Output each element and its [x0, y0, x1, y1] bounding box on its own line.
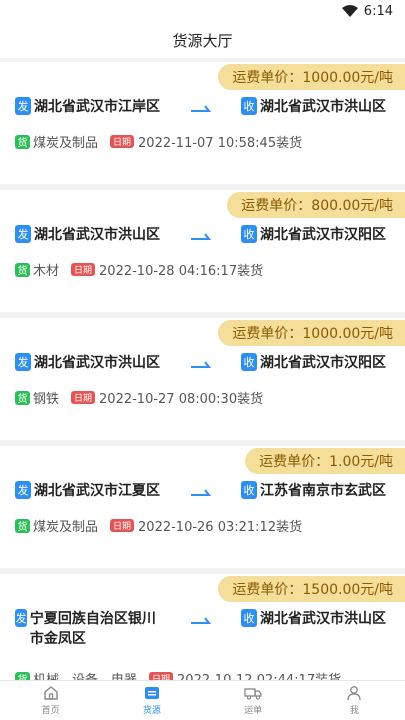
arrow-right-icon [191, 361, 212, 368]
cargo-meta: 货 钢铁 日期 2022-10-27 08:00:30装货 [15, 388, 263, 407]
arrow-right-icon [191, 617, 212, 624]
goods-name: 煤炭及制品 [33, 136, 99, 151]
cargo-meta: 货 煤炭及制品 日期 2022-10-26 03:21:12装货 [15, 516, 302, 535]
origin: 发 宁夏回族自治区银川市金凤区 [15, 609, 165, 649]
origin-badge: 发 [15, 481, 31, 499]
arrow-right-icon [191, 233, 212, 240]
dest-city: 湖北省武汉市洪山区 [260, 99, 386, 115]
cargo-card[interactable]: 运费单价： 1000.00元/吨 发 湖北省武汉市江岸区 收 湖北省武汉市洪山区 … [0, 62, 405, 184]
price-prefix: 运费单价： [259, 454, 330, 470]
tab-home[interactable]: 首页 [0, 681, 101, 720]
origin-badge: 发 [15, 353, 31, 371]
home-icon [43, 686, 58, 700]
user-icon [347, 686, 362, 701]
dest-badge: 收 [241, 97, 257, 115]
route: 发 湖北省武汉市洪山区 收 湖北省武汉市汉阳区 [15, 223, 395, 245]
origin-badge: 发 [15, 609, 27, 627]
destination: 收 湖北省武汉市汉阳区 [241, 353, 386, 373]
dest-city: 湖北省武汉市洪山区 [260, 611, 386, 627]
cargo-card[interactable]: 运费单价： 800.00元/吨 发 湖北省武汉市洪山区 收 湖北省武汉市汉阳区 货… [0, 190, 405, 312]
cargo-card[interactable]: 运费单价： 1500.00元/吨 发 宁夏回族自治区银川市金凤区 收 湖北省武汉市… [0, 574, 405, 688]
date-badge: 日期 [71, 263, 96, 276]
arrow-right-icon [191, 105, 212, 112]
date-badge: 日期 [110, 135, 135, 148]
wifi-icon [341, 5, 358, 17]
origin: 发 湖北省武汉市江岸区 [15, 97, 165, 117]
route: 发 湖北省武汉市江岸区 收 湖北省武汉市洪山区 [15, 95, 395, 117]
dest-city: 江苏省南京市玄武区 [260, 483, 386, 499]
load-date: 2022-10-28 04:16:17装货 [99, 264, 264, 279]
goods-name: 钢铁 [33, 392, 60, 407]
status-bar: 6:14 [0, 0, 405, 22]
route: 发 宁夏回族自治区银川市金凤区 收 湖北省武汉市洪山区 [15, 607, 395, 647]
date-badge: 日期 [110, 519, 135, 532]
price-tag: 运费单价： 800.00元/吨 [227, 192, 405, 218]
cargo-icon [144, 687, 159, 699]
tab-label: 货源 [142, 706, 161, 716]
price-tag: 运费单价： 1000.00元/吨 [218, 64, 405, 90]
destination: 收 湖北省武汉市汉阳区 [241, 225, 386, 245]
load-date: 2022-11-07 10:58:45装货 [138, 136, 303, 151]
load-date: 2022-10-26 03:21:12装货 [138, 520, 303, 535]
tab-label: 首页 [41, 706, 60, 716]
price-prefix: 运费单价： [232, 326, 303, 342]
tab-me[interactable]: 我 [304, 681, 405, 720]
tab-bar: 首页 货源 运单 我 [0, 680, 405, 720]
origin: 发 湖北省武汉市洪山区 [15, 225, 165, 245]
goods-badge: 货 [15, 390, 30, 405]
dest-badge: 收 [241, 353, 257, 371]
price-prefix: 运费单价： [241, 198, 312, 214]
page-title: 货源大厅 [172, 31, 233, 50]
cargo-meta: 货 煤炭及制品 日期 2022-11-07 10:58:45装货 [15, 132, 302, 151]
cargo-meta: 货 木材 日期 2022-10-28 04:16:17装货 [15, 260, 263, 279]
origin-city: 湖北省武汉市洪山区 [34, 355, 160, 371]
origin-city: 湖北省武汉市江夏区 [34, 483, 160, 499]
goods-badge: 货 [15, 134, 30, 149]
origin: 发 湖北省武汉市洪山区 [15, 353, 165, 373]
status-time: 6:14 [363, 3, 393, 19]
goods-name: 木材 [33, 264, 60, 279]
truck-icon [244, 688, 262, 700]
route: 发 湖北省武汉市洪山区 收 湖北省武汉市汉阳区 [15, 351, 395, 373]
cargo-card[interactable]: 运费单价： 1.00元/吨 发 湖北省武汉市江夏区 收 江苏省南京市玄武区 货 煤… [0, 446, 405, 568]
dest-badge: 收 [241, 225, 257, 243]
dest-badge: 收 [241, 609, 257, 627]
price-prefix: 运费单价： [232, 70, 303, 86]
nav-bar: 货源大厅 [0, 22, 405, 58]
origin-city: 湖北省武汉市洪山区 [34, 227, 160, 243]
price-tag: 运费单价： 1000.00元/吨 [218, 320, 405, 346]
goods-badge: 货 [15, 262, 30, 277]
tab-cargo[interactable]: 货源 [101, 681, 202, 720]
date-badge: 日期 [71, 391, 96, 404]
destination: 收 湖北省武汉市洪山区 [241, 609, 386, 629]
route: 发 湖北省武汉市江夏区 收 江苏省南京市玄武区 [15, 479, 395, 501]
price-value: 1000.00元/吨 [302, 70, 393, 86]
origin-badge: 发 [15, 225, 31, 243]
tab-label: 运单 [244, 706, 263, 716]
origin-city: 湖北省武汉市江岸区 [34, 99, 160, 115]
price-tag: 运费单价： 1.00元/吨 [245, 448, 405, 474]
origin: 发 湖北省武汉市江夏区 [15, 481, 165, 501]
price-value: 800.00元/吨 [311, 198, 393, 214]
price-value: 1500.00元/吨 [302, 582, 393, 598]
load-date: 2022-10-27 08:00:30装货 [99, 392, 264, 407]
dest-city: 湖北省武汉市汉阳区 [260, 227, 386, 243]
tab-label: 我 [349, 706, 359, 716]
price-value: 1.00元/吨 [329, 454, 393, 470]
price-value: 1000.00元/吨 [302, 326, 393, 342]
price-prefix: 运费单价： [232, 582, 303, 598]
destination: 收 江苏省南京市玄武区 [241, 481, 386, 501]
origin-city: 宁夏回族自治区银川市金凤区 [29, 611, 156, 647]
price-tag: 运费单价： 1500.00元/吨 [218, 576, 405, 602]
dest-badge: 收 [241, 481, 257, 499]
destination: 收 湖北省武汉市洪山区 [241, 97, 386, 117]
cargo-card[interactable]: 运费单价： 1000.00元/吨 发 湖北省武汉市洪山区 收 湖北省武汉市汉阳区 … [0, 318, 405, 440]
dest-city: 湖北省武汉市汉阳区 [260, 355, 386, 371]
arrow-right-icon [191, 489, 212, 496]
origin-badge: 发 [15, 97, 31, 115]
goods-name: 煤炭及制品 [33, 520, 99, 535]
goods-badge: 货 [15, 518, 30, 533]
tab-waybill[interactable]: 运单 [203, 681, 304, 720]
